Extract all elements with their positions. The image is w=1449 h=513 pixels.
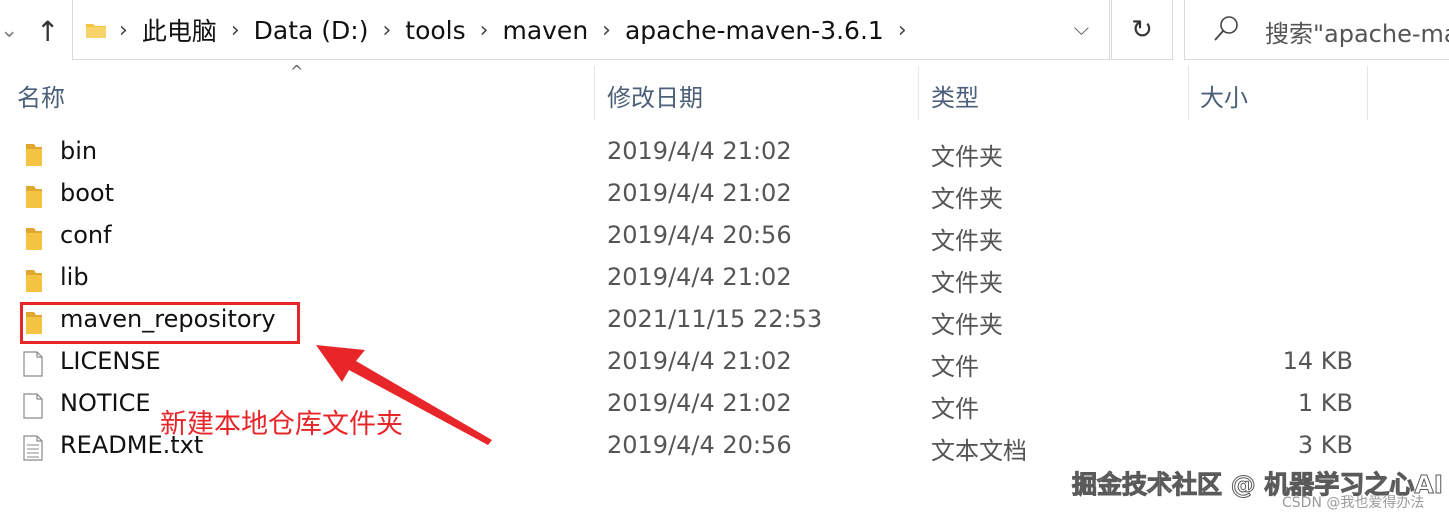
breadcrumb-data-drive[interactable]: Data (D:) [254,16,369,45]
file-row[interactable]: boot 2019/4/4 21:02 文件夹 [0,174,1380,216]
breadcrumb-this-pc[interactable]: 此电脑 [142,12,217,48]
refresh-icon: ↻ [1131,14,1153,45]
file-type: 文件夹 [931,269,1003,297]
breadcrumb-separator[interactable]: › [602,18,611,43]
file-modified: 2019/4/4 21:02 [607,263,792,291]
folder-icon [86,24,106,38]
column-header-modified[interactable]: 修改日期 [607,78,703,113]
file-icon [23,393,43,419]
file-name: boot [60,179,115,207]
breadcrumb-tools[interactable]: tools [405,16,465,45]
search-input[interactable]: 搜索"apache-ma [1265,14,1449,49]
column-header-name[interactable]: 名称 [17,78,65,113]
watermark-sub: CSDN @我也爱得办法 [1282,495,1425,511]
chevron-down-icon[interactable]: ⌄ [0,18,18,43]
file-size: 14 KB [1282,347,1353,375]
chevron-down-icon[interactable]: ⌵ [1074,16,1089,40]
file-modified: 2019/4/4 21:02 [607,179,792,207]
file-name: LICENSE [60,347,161,375]
file-type: 文件 [931,353,979,381]
column-divider[interactable] [1188,66,1189,120]
breadcrumb-separator[interactable]: › [898,18,907,43]
text-file-icon [23,435,43,461]
column-divider[interactable] [918,66,919,120]
column-header-type[interactable]: 类型 [931,78,979,113]
file-size: 1 KB [1297,389,1353,417]
file-row[interactable]: LICENSE 2019/4/4 21:02 文件 14 KB [0,342,1380,384]
file-type: 文件夹 [931,227,1003,255]
refresh-button[interactable]: ↻ [1111,0,1173,60]
folder-icon [26,228,42,250]
file-modified: 2019/4/4 21:02 [607,347,792,375]
annotation-text: 新建本地仓库文件夹 [160,409,403,440]
file-size: 3 KB [1297,431,1353,459]
file-name: conf [60,221,112,249]
address-toolbar: ⌄ ↑ › 此电脑 › Data (D:) › tools › maven › … [0,0,1449,62]
folder-icon [26,144,42,166]
file-modified: 2019/4/4 21:02 [607,137,792,165]
search-box[interactable]: 搜索"apache-ma [1184,0,1449,60]
file-modified: 2019/4/4 20:56 [607,221,792,249]
file-type: 文件 [931,395,979,423]
column-header-size[interactable]: 大小 [1200,78,1248,113]
breadcrumb-maven[interactable]: maven [502,16,588,45]
file-row[interactable]: conf 2019/4/4 20:56 文件夹 [0,216,1380,258]
file-name: lib [60,263,89,291]
address-bar[interactable]: › 此电脑 › Data (D:) › tools › maven › apac… [72,0,1110,60]
file-type: 文件夹 [931,311,1003,339]
breadcrumb-separator[interactable]: › [382,18,391,43]
file-modified: 2021/11/15 22:53 [607,305,823,333]
search-icon [1214,16,1238,41]
file-name: NOTICE [60,389,151,417]
column-divider[interactable] [594,66,595,120]
highlight-box [20,302,300,344]
file-row[interactable]: lib 2019/4/4 21:02 文件夹 [0,258,1380,300]
file-modified: 2019/4/4 21:02 [607,389,792,417]
folder-icon [26,270,42,292]
up-arrow-icon[interactable]: ↑ [36,15,59,48]
breadcrumb-separator[interactable]: › [480,18,489,43]
file-type: 文本文档 [931,437,1027,465]
file-modified: 2019/4/4 20:56 [607,431,792,459]
file-name: bin [60,137,98,165]
breadcrumb-apache-maven[interactable]: apache-maven-3.6.1 [625,16,884,45]
file-icon [23,351,43,377]
breadcrumb-separator: › [119,17,128,43]
file-type: 文件夹 [931,143,1003,171]
breadcrumb-separator[interactable]: › [231,18,240,43]
column-divider[interactable] [1367,66,1368,120]
sort-ascending-icon: ^ [290,62,304,81]
file-row[interactable]: bin 2019/4/4 21:02 文件夹 [0,132,1380,174]
file-type: 文件夹 [931,185,1003,213]
folder-icon [26,186,42,208]
